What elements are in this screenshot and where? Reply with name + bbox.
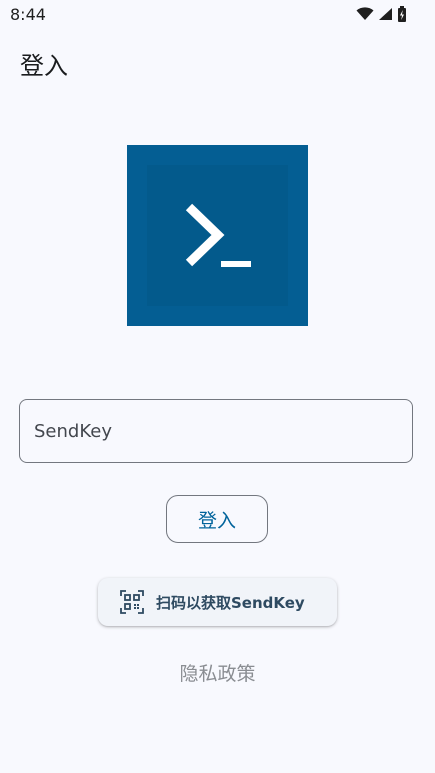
terminal-prompt-icon bbox=[185, 203, 251, 267]
scan-qr-label: 扫码以获取SendKey bbox=[156, 593, 305, 612]
wifi-icon bbox=[356, 7, 374, 20]
page-title: 登入 bbox=[20, 52, 68, 80]
sendkey-input[interactable] bbox=[34, 400, 394, 462]
status-icons bbox=[356, 6, 407, 22]
scan-qr-button[interactable]: 扫码以获取SendKey bbox=[98, 578, 337, 626]
sendkey-field[interactable] bbox=[19, 399, 413, 463]
login-button[interactable]: 登入 bbox=[166, 495, 268, 543]
cellular-signal-icon bbox=[379, 8, 392, 20]
privacy-policy-link[interactable]: 隐私政策 bbox=[0, 659, 435, 686]
status-bar: 8:44 bbox=[0, 0, 435, 30]
app-logo bbox=[127, 145, 308, 326]
login-button-label: 登入 bbox=[197, 509, 236, 532]
qr-code-scan-icon bbox=[120, 590, 144, 614]
battery-icon bbox=[398, 6, 406, 22]
status-time: 8:44 bbox=[10, 5, 46, 24]
